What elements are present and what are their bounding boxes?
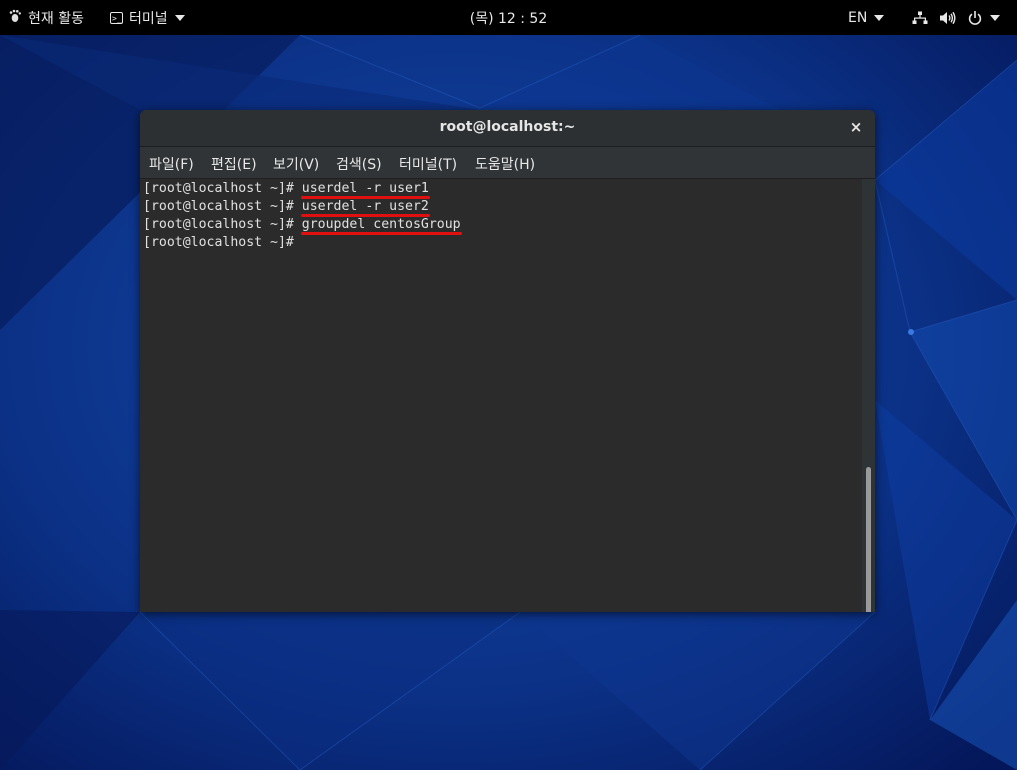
terminal-line: [root@localhost ~]# userdel -r user2 xyxy=(143,198,430,217)
gnome-foot-icon xyxy=(8,9,22,27)
chevron-down-icon xyxy=(174,14,185,21)
terminal-line: [root@localhost ~]# xyxy=(143,234,302,252)
command-text-value: userdel -r user1 xyxy=(301,181,429,196)
language-selector[interactable]: EN xyxy=(848,0,885,35)
terminal-icon: >_ xyxy=(110,11,123,24)
app-menu-button[interactable]: >_ 터미널 xyxy=(110,0,185,35)
scrollbar[interactable] xyxy=(862,179,875,612)
menu-search[interactable]: 검색(S) xyxy=(336,154,382,174)
menu-bar: 파일(F) 편집(E) 보기(V) 검색(S) 터미널(T) 도움말(H) xyxy=(140,147,875,179)
command-text: groupdel centosGroup xyxy=(300,216,462,235)
command-text-value: groupdel centosGroup xyxy=(301,217,461,232)
app-menu-label: 터미널 xyxy=(129,10,168,27)
scrollbar-thumb[interactable] xyxy=(866,467,871,612)
activities-label: 현재 활동 xyxy=(28,10,84,27)
menu-terminal[interactable]: 터미널(T) xyxy=(399,154,457,174)
terminal-line: [root@localhost ~]# userdel -r user1 xyxy=(143,180,430,199)
command-text: userdel -r user1 xyxy=(300,180,430,199)
menu-help[interactable]: 도움말(H) xyxy=(475,154,535,174)
system-status-menu[interactable] xyxy=(912,0,1000,35)
menu-view[interactable]: 보기(V) xyxy=(273,154,319,174)
terminal-line: [root@localhost ~]# groupdel centosGroup xyxy=(143,216,462,235)
command-text-value: userdel -r user2 xyxy=(301,199,429,214)
window-titlebar[interactable]: root@localhost:~ × xyxy=(140,110,875,147)
network-wired-icon xyxy=(912,11,928,25)
top-bar: 현재 활동 >_ 터미널 (목) 12 : 52 EN xyxy=(0,0,1017,35)
close-icon: × xyxy=(849,118,863,136)
chevron-down-icon xyxy=(990,14,1000,21)
language-label: EN xyxy=(848,9,868,26)
prompt: [root@localhost ~]# xyxy=(143,181,302,196)
power-icon xyxy=(968,10,982,25)
command-text: userdel -r user2 xyxy=(300,198,430,217)
annotation-underline xyxy=(300,232,462,235)
prompt: [root@localhost ~]# xyxy=(143,235,302,250)
menu-file[interactable]: 파일(F) xyxy=(149,154,194,174)
prompt: [root@localhost ~]# xyxy=(143,217,302,232)
window-title: root@localhost:~ xyxy=(439,119,576,135)
volume-icon xyxy=(940,11,956,25)
menu-edit[interactable]: 편집(E) xyxy=(211,154,257,174)
activities-button[interactable]: 현재 활동 xyxy=(8,0,84,35)
chevron-down-icon xyxy=(874,14,885,21)
clock-button[interactable]: (목) 12 : 52 xyxy=(470,8,548,28)
terminal-output[interactable]: [root@localhost ~]# userdel -r user1 [ro… xyxy=(140,179,862,612)
terminal-window: root@localhost:~ × 파일(F) 편집(E) 보기(V) 검색(… xyxy=(140,110,875,612)
prompt: [root@localhost ~]# xyxy=(143,199,302,214)
close-button[interactable]: × xyxy=(849,118,863,136)
